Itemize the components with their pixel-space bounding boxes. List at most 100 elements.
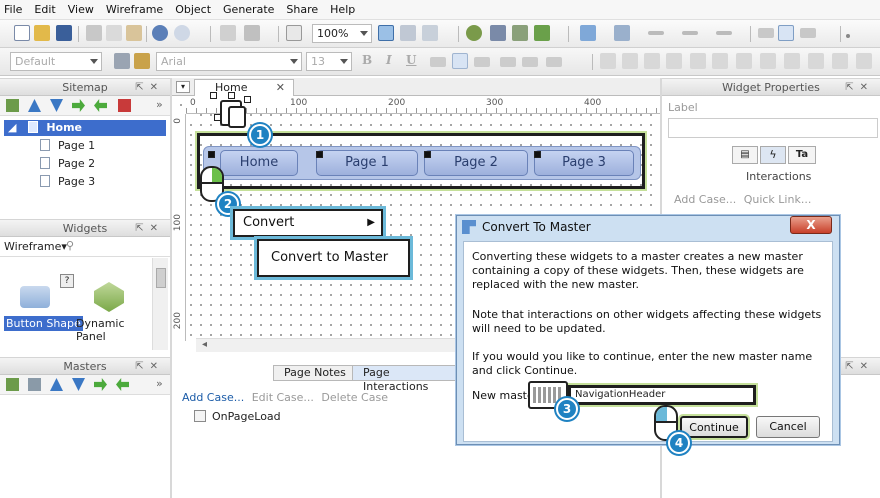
nav-button-page2[interactable]: Page 2 bbox=[424, 150, 528, 176]
cut-icon[interactable] bbox=[86, 25, 102, 41]
line-color-icon[interactable] bbox=[614, 25, 630, 41]
tab-page-notes[interactable]: Page Notes bbox=[273, 365, 357, 381]
nav-button-page3[interactable]: Page 3 bbox=[534, 150, 634, 176]
send-back-icon[interactable] bbox=[666, 53, 682, 69]
line-style-icon[interactable] bbox=[682, 31, 698, 35]
group-icon[interactable] bbox=[600, 53, 616, 69]
add-master-icon[interactable] bbox=[6, 378, 19, 391]
undo-icon[interactable] bbox=[152, 25, 168, 41]
hyperlink-icon[interactable] bbox=[522, 57, 538, 67]
interactions-tab-icon[interactable]: ϟ bbox=[760, 146, 786, 164]
scroll-thumb[interactable] bbox=[156, 268, 166, 288]
save-icon[interactable] bbox=[56, 25, 72, 41]
button-shape-icon[interactable] bbox=[20, 286, 50, 308]
zoom-select[interactable]: 100% bbox=[312, 24, 372, 43]
scroll-left-icon[interactable]: ◂ bbox=[202, 339, 207, 350]
sitemap-item-page1[interactable]: Page 1 bbox=[40, 138, 95, 154]
sitemap-item-page2[interactable]: Page 2 bbox=[40, 156, 95, 172]
arrow-style-icon[interactable] bbox=[716, 31, 732, 35]
bold-icon[interactable]: B bbox=[362, 53, 372, 67]
new-file-icon[interactable] bbox=[14, 25, 30, 41]
nav-button-home[interactable]: Home bbox=[220, 150, 298, 176]
toolbar-overflow-icon[interactable] bbox=[846, 34, 850, 38]
align-left-icon[interactable] bbox=[758, 28, 774, 38]
ungroup-icon[interactable] bbox=[622, 53, 638, 69]
quick-link[interactable]: Quick Link... bbox=[744, 193, 812, 206]
copy-icon[interactable] bbox=[106, 25, 122, 41]
menu-generate[interactable]: Generate bbox=[223, 3, 274, 16]
menu-share[interactable]: Share bbox=[286, 3, 318, 16]
text-align-right-icon[interactable] bbox=[474, 57, 490, 67]
panel-controls[interactable]: ⇱✕ bbox=[135, 358, 164, 375]
indent-icon[interactable] bbox=[94, 378, 107, 391]
close-tab-icon[interactable]: ✕ bbox=[276, 80, 285, 95]
spellcheck-icon[interactable] bbox=[286, 25, 302, 41]
redo-icon[interactable] bbox=[174, 25, 190, 41]
dialog-titlebar[interactable]: Convert To Master bbox=[456, 215, 840, 239]
generate-spec-icon[interactable] bbox=[512, 25, 528, 41]
align-center-icon[interactable] bbox=[778, 25, 794, 41]
panel-controls[interactable]: ⇱✕ bbox=[845, 358, 874, 375]
text-align-left-icon[interactable] bbox=[430, 57, 446, 67]
overflow-chevron-icon[interactable]: » bbox=[156, 377, 163, 390]
nav-button-page1[interactable]: Page 1 bbox=[316, 150, 418, 176]
outdent-icon[interactable] bbox=[116, 378, 129, 391]
share-icon[interactable] bbox=[534, 25, 550, 41]
flip-icon[interactable] bbox=[808, 53, 824, 69]
text-align-center-icon[interactable] bbox=[452, 53, 468, 69]
delete-case-link[interactable]: Delete Case bbox=[321, 391, 388, 404]
line-width-icon[interactable] bbox=[648, 31, 664, 35]
widget-library-select[interactable]: Wireframe▾ bbox=[4, 240, 67, 253]
bring-front-icon[interactable] bbox=[644, 53, 660, 69]
publish-icon[interactable] bbox=[466, 25, 482, 41]
continue-button[interactable]: Continue bbox=[678, 414, 750, 440]
distribute-icon[interactable] bbox=[712, 53, 728, 69]
widget-button-shape[interactable]: Button Shape bbox=[4, 316, 83, 331]
move-up-icon[interactable] bbox=[50, 378, 63, 391]
font-size-select[interactable]: 13 bbox=[306, 52, 352, 71]
move-down-icon[interactable] bbox=[72, 378, 85, 391]
tab-page-interactions[interactable]: Page Interactions bbox=[352, 365, 460, 393]
align-objects-icon[interactable] bbox=[690, 53, 706, 69]
open-folder-icon[interactable] bbox=[34, 25, 50, 41]
panel-controls[interactable]: ⇱✕ bbox=[135, 79, 164, 96]
delete-page-icon[interactable] bbox=[118, 99, 131, 112]
menu-wireframe[interactable]: Wireframe bbox=[106, 3, 163, 16]
cancel-button[interactable]: Cancel bbox=[756, 416, 820, 438]
italic-icon[interactable]: I bbox=[386, 53, 392, 67]
padding-icon[interactable] bbox=[856, 53, 872, 69]
menu-edit[interactable]: Edit bbox=[34, 3, 55, 16]
widget-dynamic-panel[interactable]: Dynamic Panel bbox=[76, 317, 152, 343]
collapse-icon[interactable]: ◢ bbox=[8, 121, 16, 134]
corner-radius-icon[interactable] bbox=[832, 53, 848, 69]
pointer-select-icon[interactable] bbox=[378, 25, 394, 41]
font-color-icon[interactable] bbox=[546, 57, 562, 67]
event-onpageload[interactable]: OnPageLoad bbox=[194, 410, 281, 423]
hide-icon[interactable] bbox=[760, 53, 776, 69]
formatting-tab-icon[interactable]: Ta bbox=[788, 146, 816, 164]
master-name-input[interactable]: NavigationHeader bbox=[566, 383, 758, 407]
move-up-icon[interactable] bbox=[28, 99, 41, 112]
paste-icon[interactable] bbox=[126, 25, 142, 41]
move-down-icon[interactable] bbox=[50, 99, 63, 112]
help-icon[interactable]: ? bbox=[60, 274, 74, 288]
panel-controls[interactable]: ⇱✕ bbox=[135, 220, 164, 237]
indent-icon[interactable] bbox=[72, 99, 85, 112]
rotate-icon[interactable] bbox=[784, 53, 800, 69]
bullets-icon[interactable] bbox=[500, 57, 516, 67]
menu-view[interactable]: View bbox=[68, 3, 94, 16]
add-case-link[interactable]: Add Case... bbox=[674, 193, 736, 206]
context-menu-convert[interactable]: Convert ▶ bbox=[230, 206, 386, 240]
add-folder-icon[interactable] bbox=[28, 378, 41, 391]
menu-file[interactable]: File bbox=[4, 3, 22, 16]
panel-controls[interactable]: ⇱✕ bbox=[845, 79, 874, 96]
widgets-scrollbar[interactable] bbox=[152, 258, 168, 350]
align-right-icon[interactable] bbox=[800, 28, 816, 38]
menu-object[interactable]: Object bbox=[175, 3, 211, 16]
connector-icon[interactable] bbox=[422, 25, 438, 41]
outdent-icon[interactable] bbox=[94, 99, 107, 112]
font-style-select[interactable]: Default bbox=[10, 52, 102, 71]
tab-menu-icon[interactable]: ▾ bbox=[176, 81, 190, 93]
overflow-chevron-icon[interactable]: » bbox=[156, 98, 163, 111]
sitemap-item-page3[interactable]: Page 3 bbox=[40, 174, 95, 190]
